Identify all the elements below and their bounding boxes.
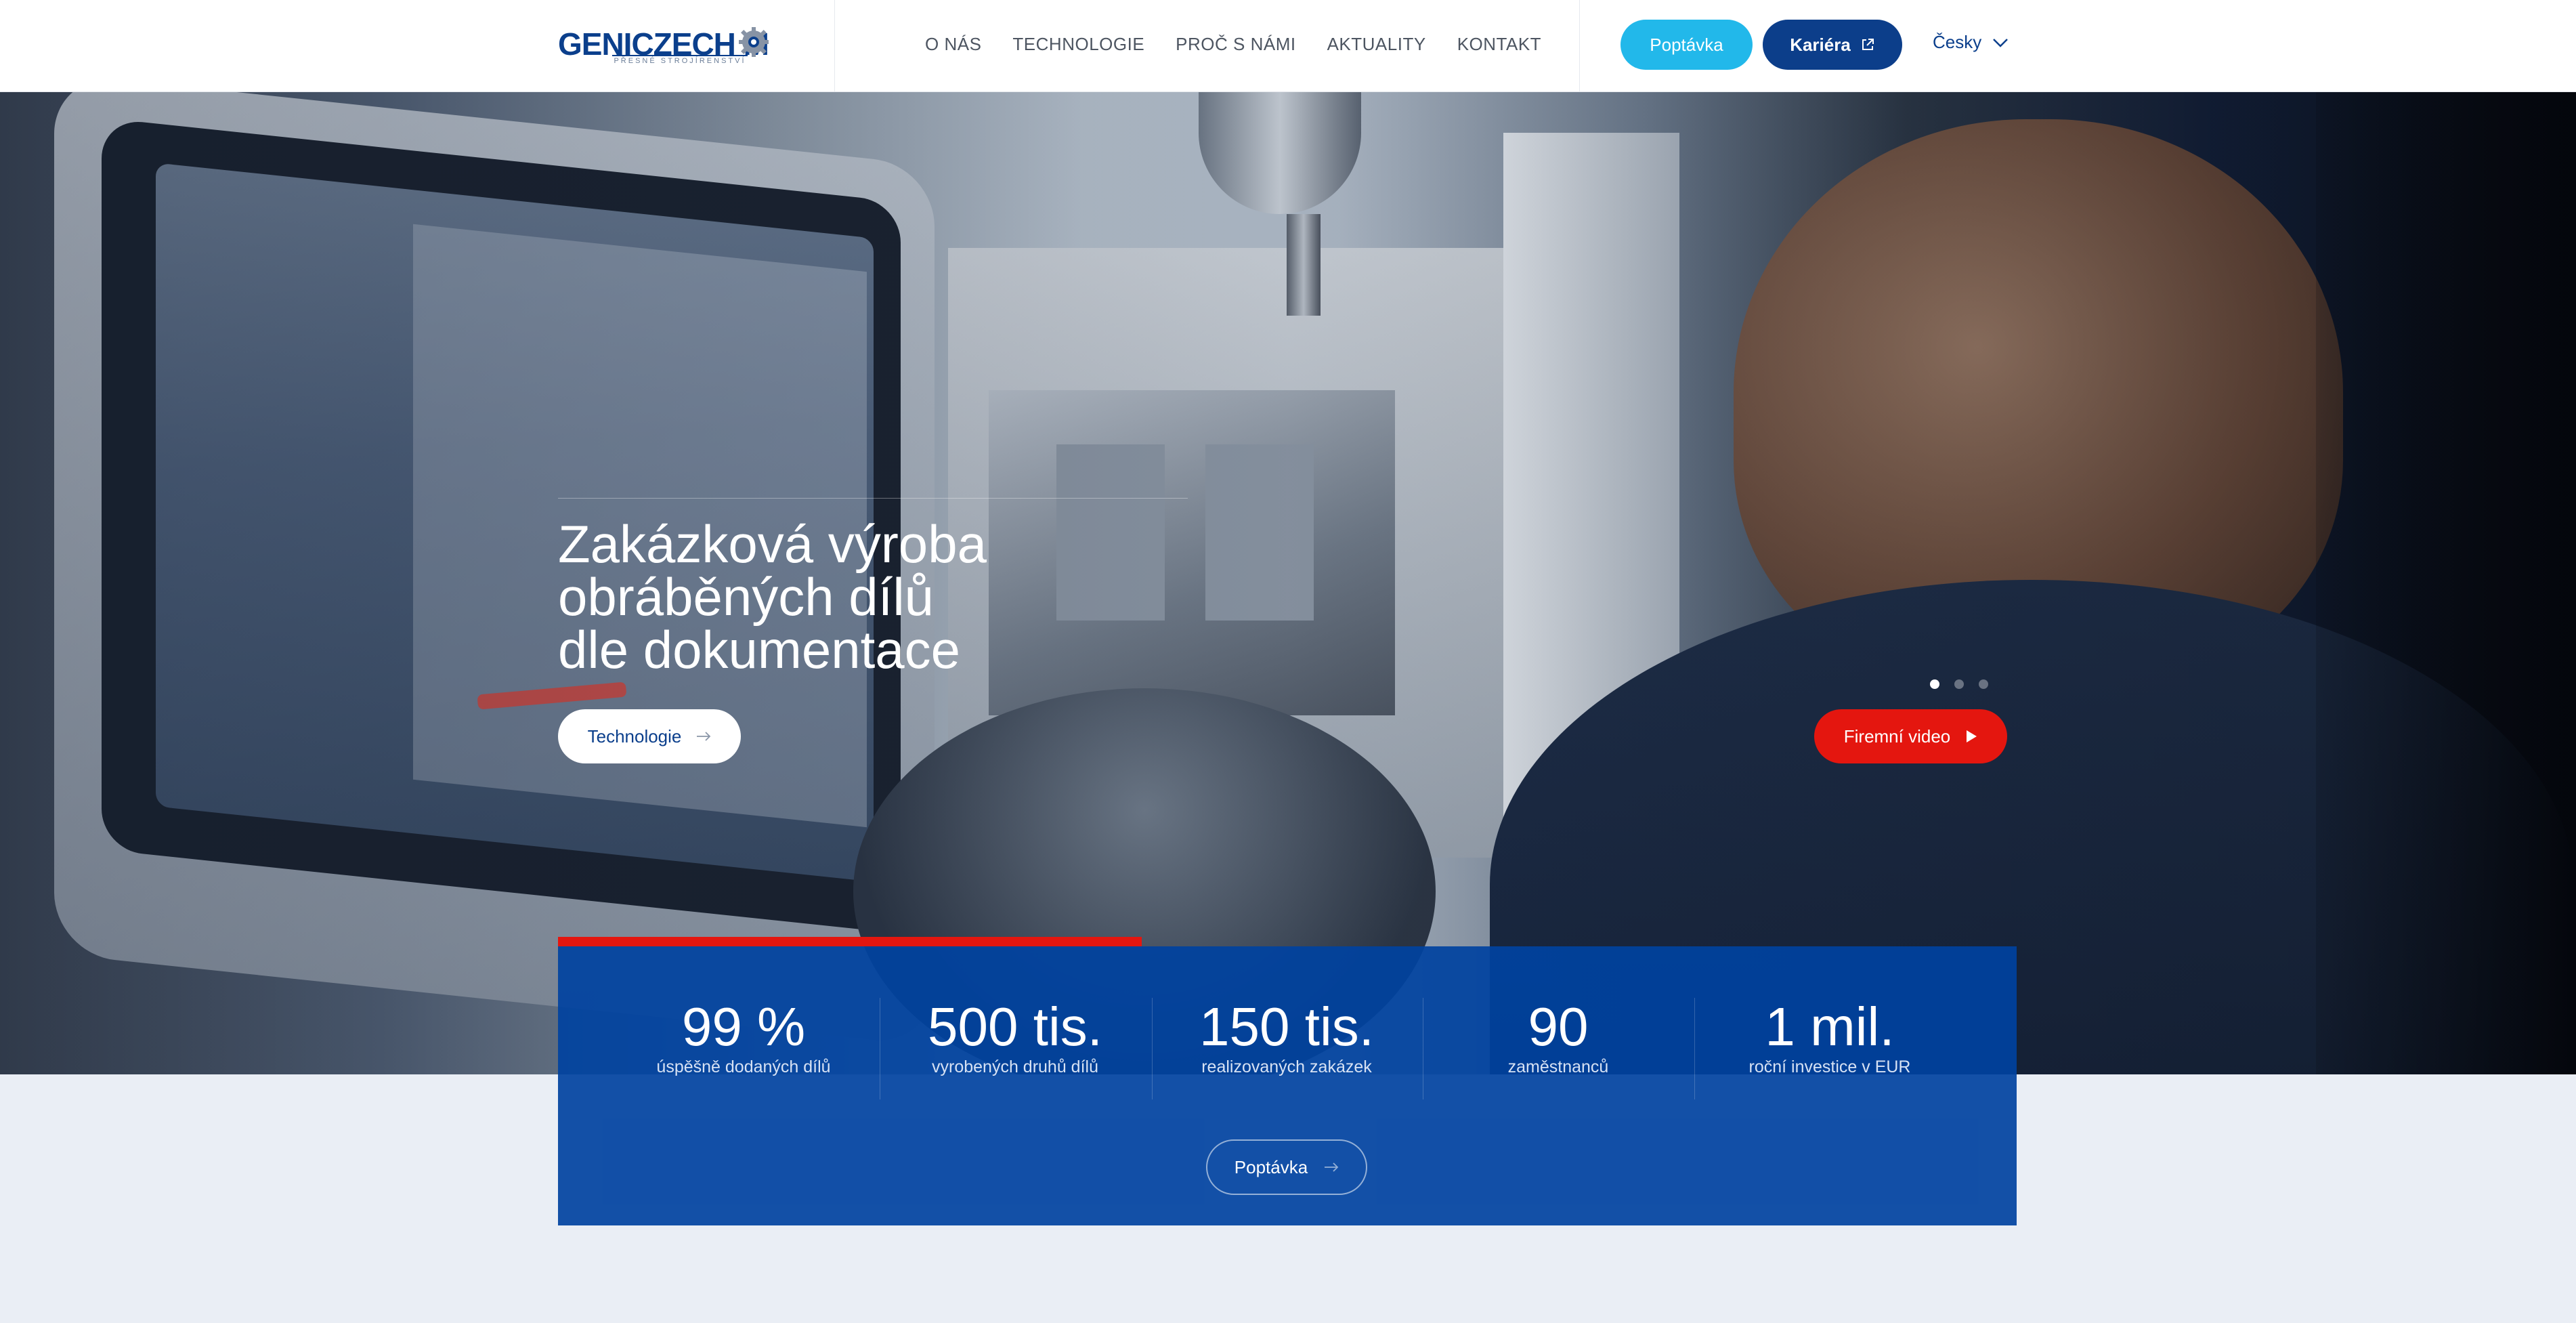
- stat-item: 90 zaměstnanců: [1423, 996, 1694, 1077]
- stats-progress-bar: [558, 937, 2017, 946]
- chevron-down-icon: [1993, 38, 2009, 47]
- hero-title-line: obráběných dílů: [558, 567, 935, 627]
- main-nav: O NÁS TECHNOLOGIE PROČ S NÁMI AKTUALITY …: [925, 34, 1541, 55]
- slider-dot[interactable]: [1979, 679, 1988, 689]
- stat-value: 500 tis.: [928, 996, 1102, 1057]
- slider-dot[interactable]: [1930, 679, 1939, 689]
- language-selector[interactable]: Česky: [1933, 32, 2009, 53]
- hero-title-line: dle dokumentace: [558, 620, 961, 679]
- nav-item-proc-s-nami[interactable]: PROČ S NÁMI: [1176, 34, 1295, 55]
- technology-button-label: Technologie: [587, 726, 682, 747]
- video-button-label: Firemní video: [1843, 726, 1951, 747]
- stat-item: 150 tis. realizovaných zakázek: [1151, 996, 1422, 1077]
- stat-item: 99 % úspěšně dodaných dílů: [608, 996, 879, 1077]
- slider-dot[interactable]: [1954, 679, 1964, 689]
- stat-value: 99 %: [681, 996, 806, 1057]
- site-header: GENICZECH M PŘESNÉ STROJÍRENSTVÍ O NÁS T…: [0, 0, 2576, 92]
- gear-icon: [739, 27, 769, 57]
- stat-value: 1 mil.: [1765, 996, 1895, 1057]
- hero-title: Zakázková výroba obráběných dílů dle dok…: [558, 518, 1235, 676]
- logo-tagline: PŘESNÉ STROJÍRENSTVÍ: [612, 55, 748, 65]
- hero-divider: [558, 498, 1188, 499]
- stat-label: realizovaných zakázek: [1201, 1057, 1372, 1076]
- slider-dots: [1930, 679, 1988, 689]
- stat-label: vyrobených druhů dílů: [932, 1057, 1098, 1076]
- stat-label: úspěšně dodaných dílů: [656, 1057, 831, 1076]
- language-label: Česky: [1933, 32, 1982, 52]
- stat-label: roční investice v EUR: [1748, 1057, 1911, 1076]
- stat-value: 150 tis.: [1199, 996, 1374, 1057]
- header-divider: [1579, 0, 1580, 92]
- nav-item-o-nas[interactable]: O NÁS: [925, 34, 981, 55]
- company-video-button[interactable]: Firemní video: [1814, 709, 2007, 763]
- stat-label: zaměstnanců: [1507, 1057, 1609, 1076]
- nav-item-technologie[interactable]: TECHNOLOGIE: [1012, 34, 1144, 55]
- external-link-icon: [1862, 39, 1874, 50]
- technology-button[interactable]: Technologie: [558, 709, 741, 763]
- career-label: Kariéra: [1790, 34, 1851, 55]
- career-button[interactable]: Kariéra: [1763, 20, 1902, 70]
- logo[interactable]: GENICZECH M PŘESNÉ STROJÍRENSTVÍ: [558, 26, 795, 66]
- nav-item-kontakt[interactable]: KONTAKT: [1457, 34, 1541, 55]
- stats-progress-fill: [558, 937, 1142, 946]
- inquiry-button-label: Poptávka: [1234, 1156, 1308, 1177]
- hero-title-line: Zakázková výroba: [558, 514, 987, 574]
- header-divider: [834, 0, 835, 92]
- inquiry-button[interactable]: Poptávka: [1620, 20, 1753, 70]
- stats-panel: 99 % úspěšně dodaných dílů 500 tis. vyro…: [558, 937, 2017, 1225]
- arrow-right-icon: [697, 732, 711, 741]
- arrow-right-icon: [1325, 1162, 1339, 1172]
- stat-item: 1 mil. roční investice v EUR: [1694, 996, 1965, 1077]
- play-icon: [1967, 730, 1977, 742]
- nav-item-aktuality[interactable]: AKTUALITY: [1327, 34, 1426, 55]
- inquiry-button-stats[interactable]: Poptávka: [1206, 1139, 1367, 1195]
- hero-overlay: [0, 92, 2576, 1074]
- hero-section: Zakázková výroba obráběných dílů dle dok…: [0, 92, 2576, 1074]
- stat-value: 90: [1528, 996, 1589, 1057]
- stat-item: 500 tis. vyrobených druhů dílů: [880, 996, 1151, 1077]
